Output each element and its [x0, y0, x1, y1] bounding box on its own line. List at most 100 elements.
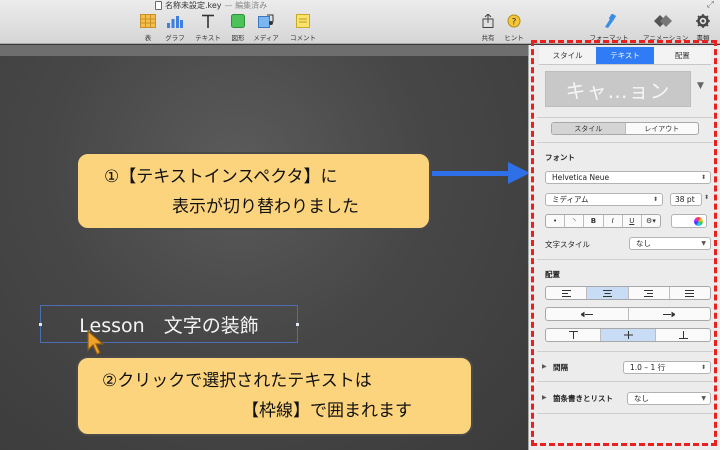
color-wheel-icon	[694, 216, 703, 226]
divider	[537, 142, 713, 143]
font-size-field[interactable]: 38 pt	[670, 193, 702, 206]
svg-text:?: ?	[512, 18, 517, 28]
callout-line: 【枠線】で囲まれます	[242, 401, 412, 421]
disclosure-triangle-icon[interactable]: ▶	[542, 363, 547, 370]
bullets-lists-label: 箇条書きとリスト	[553, 394, 613, 403]
inspector-tabs: スタイル テキスト 配置	[539, 47, 711, 65]
toolbar-document-button[interactable]: 書類	[683, 12, 720, 42]
divider	[537, 117, 713, 118]
justify-icon[interactable]	[670, 287, 710, 299]
bullets-value: なし	[634, 394, 649, 403]
bold-button[interactable]: B	[584, 215, 604, 227]
canvas-top-strip	[0, 45, 528, 56]
divider	[537, 351, 713, 352]
chevron-down-icon: ▼	[701, 395, 706, 402]
callout-arrow-line	[432, 171, 514, 176]
toolbar-label: コメント	[290, 34, 316, 42]
fullscreen-icon[interactable]: ⤢	[707, 0, 714, 10]
underline-curve-button[interactable]: ◝	[565, 215, 585, 227]
font-family-select[interactable]: Helvetica Neue ⬍	[545, 171, 711, 184]
outdent-icon[interactable]	[546, 308, 629, 320]
updown-chevron-icon: ⬍	[700, 364, 706, 371]
comment-icon	[283, 12, 323, 30]
more-options-button[interactable]: •	[546, 215, 566, 227]
style-layout-segment: スタイル レイアウト	[551, 122, 699, 135]
center-align-icon[interactable]	[587, 287, 629, 299]
callout-selection-note: ②クリックで選択されたテキストは 【枠線】で囲まれます	[76, 356, 473, 436]
font-weight-select[interactable]: ミディアム ⬍	[545, 193, 663, 206]
right-align-icon[interactable]	[629, 287, 670, 299]
font-size-stepper[interactable]: ⬍	[704, 194, 709, 201]
updown-chevron-icon: ⬍	[700, 174, 706, 181]
document-gear-icon	[683, 12, 720, 30]
left-align-icon[interactable]	[546, 287, 588, 299]
toolbar-comment-button[interactable]: コメント	[283, 12, 323, 42]
char-style-label: 文字スタイル	[545, 240, 590, 249]
vertical-align-buttons	[545, 328, 711, 342]
toolbar-label: メディア	[253, 34, 279, 42]
italic-button[interactable]: I	[604, 215, 623, 227]
paragraph-style-preview[interactable]: キャ…ョン	[545, 71, 691, 107]
disclosure-triangle-icon[interactable]: ▶	[542, 394, 547, 401]
tab-text[interactable]: テキスト	[596, 47, 654, 64]
selected-text: Lesson 文字の装飾	[79, 314, 259, 337]
spacing-select[interactable]: 1.0 – 1 行 ⬍	[623, 361, 711, 374]
font-style-buttons: • ◝ B I U ⚙▾	[545, 214, 661, 228]
divider	[537, 381, 713, 382]
window-edited-status: — 編集済み	[224, 1, 268, 10]
toolbar-label: フォーマット	[589, 34, 629, 42]
gear-icon[interactable]: ⚙▾	[642, 215, 660, 227]
bottom-align-icon[interactable]	[656, 329, 710, 341]
underline-button[interactable]: U	[623, 215, 642, 227]
toolbar-label: ヒント	[504, 34, 524, 42]
animation-icon	[643, 12, 683, 30]
text-color-well[interactable]	[671, 214, 707, 228]
text-inspector-panel: スタイル テキスト 配置 キャ…ョン ▼ スタイル レイアウト フォント Hel…	[528, 45, 720, 450]
selected-text-box[interactable]: Lesson 文字の装飾	[39, 305, 299, 343]
divider	[537, 413, 713, 414]
mouse-cursor-icon	[87, 330, 105, 355]
hint-icon: ?	[494, 12, 534, 30]
window-title: 名称未設定.key — 編集済み	[155, 0, 267, 11]
callout-inspector-note: ①【テキストインスペクタ】に 表示が切り替わりました	[76, 152, 431, 230]
tab-arrange[interactable]: 配置	[654, 47, 711, 64]
toolbar-label: 書類	[696, 34, 710, 42]
spacing-label: 間隔	[553, 363, 568, 372]
middle-align-icon[interactable]	[601, 329, 656, 341]
tab-style[interactable]: スタイル	[539, 47, 596, 64]
format-brush-icon	[589, 12, 629, 30]
selection-handle-left[interactable]	[39, 323, 42, 326]
document-icon	[155, 1, 162, 10]
toolbar-media-button[interactable]: メディア	[246, 12, 286, 42]
indent-icon[interactable]	[629, 308, 711, 320]
toolbar-label: アニメーション	[643, 34, 689, 42]
chevron-down-icon[interactable]: ▼	[697, 81, 704, 91]
font-size-value: 38 pt	[675, 195, 695, 204]
toolbar-format-button[interactable]: フォーマット	[589, 12, 629, 42]
chevron-down-icon: ▼	[701, 240, 706, 247]
font-section-label: フォント	[545, 153, 575, 162]
callout-line: ①【テキストインスペクタ】に	[104, 167, 338, 187]
window-title-text: 名称未設定.key	[165, 1, 222, 10]
horizontal-align-buttons	[545, 286, 711, 300]
toolbar: 名称未設定.key — 編集済み ⤢ 表 グラフ テキスト 図形 メディア コメ…	[0, 0, 720, 44]
top-align-icon[interactable]	[546, 329, 601, 341]
spacing-value: 1.0 – 1 行	[630, 363, 666, 372]
subtab-layout[interactable]: レイアウト	[626, 123, 699, 134]
font-family-value: Helvetica Neue	[552, 173, 610, 182]
char-style-value: なし	[636, 239, 651, 248]
selection-handle-right[interactable]	[296, 323, 299, 326]
char-style-select[interactable]: なし ▼	[629, 237, 711, 250]
alignment-section-label: 配置	[545, 270, 560, 279]
bullets-select[interactable]: なし ▼	[627, 392, 711, 405]
toolbar-hint-button[interactable]: ? ヒント	[494, 12, 534, 42]
updown-chevron-icon: ⬍	[652, 196, 658, 203]
font-weight-value: ミディアム	[552, 195, 589, 204]
subtab-style[interactable]: スタイル	[552, 123, 626, 134]
arrow-right-icon	[508, 162, 530, 184]
callout-line: 表示が切り替わりました	[172, 197, 359, 217]
toolbar-animation-button[interactable]: アニメーション	[643, 12, 689, 42]
divider	[537, 259, 713, 260]
media-icon	[246, 12, 286, 30]
indent-buttons	[545, 307, 711, 321]
